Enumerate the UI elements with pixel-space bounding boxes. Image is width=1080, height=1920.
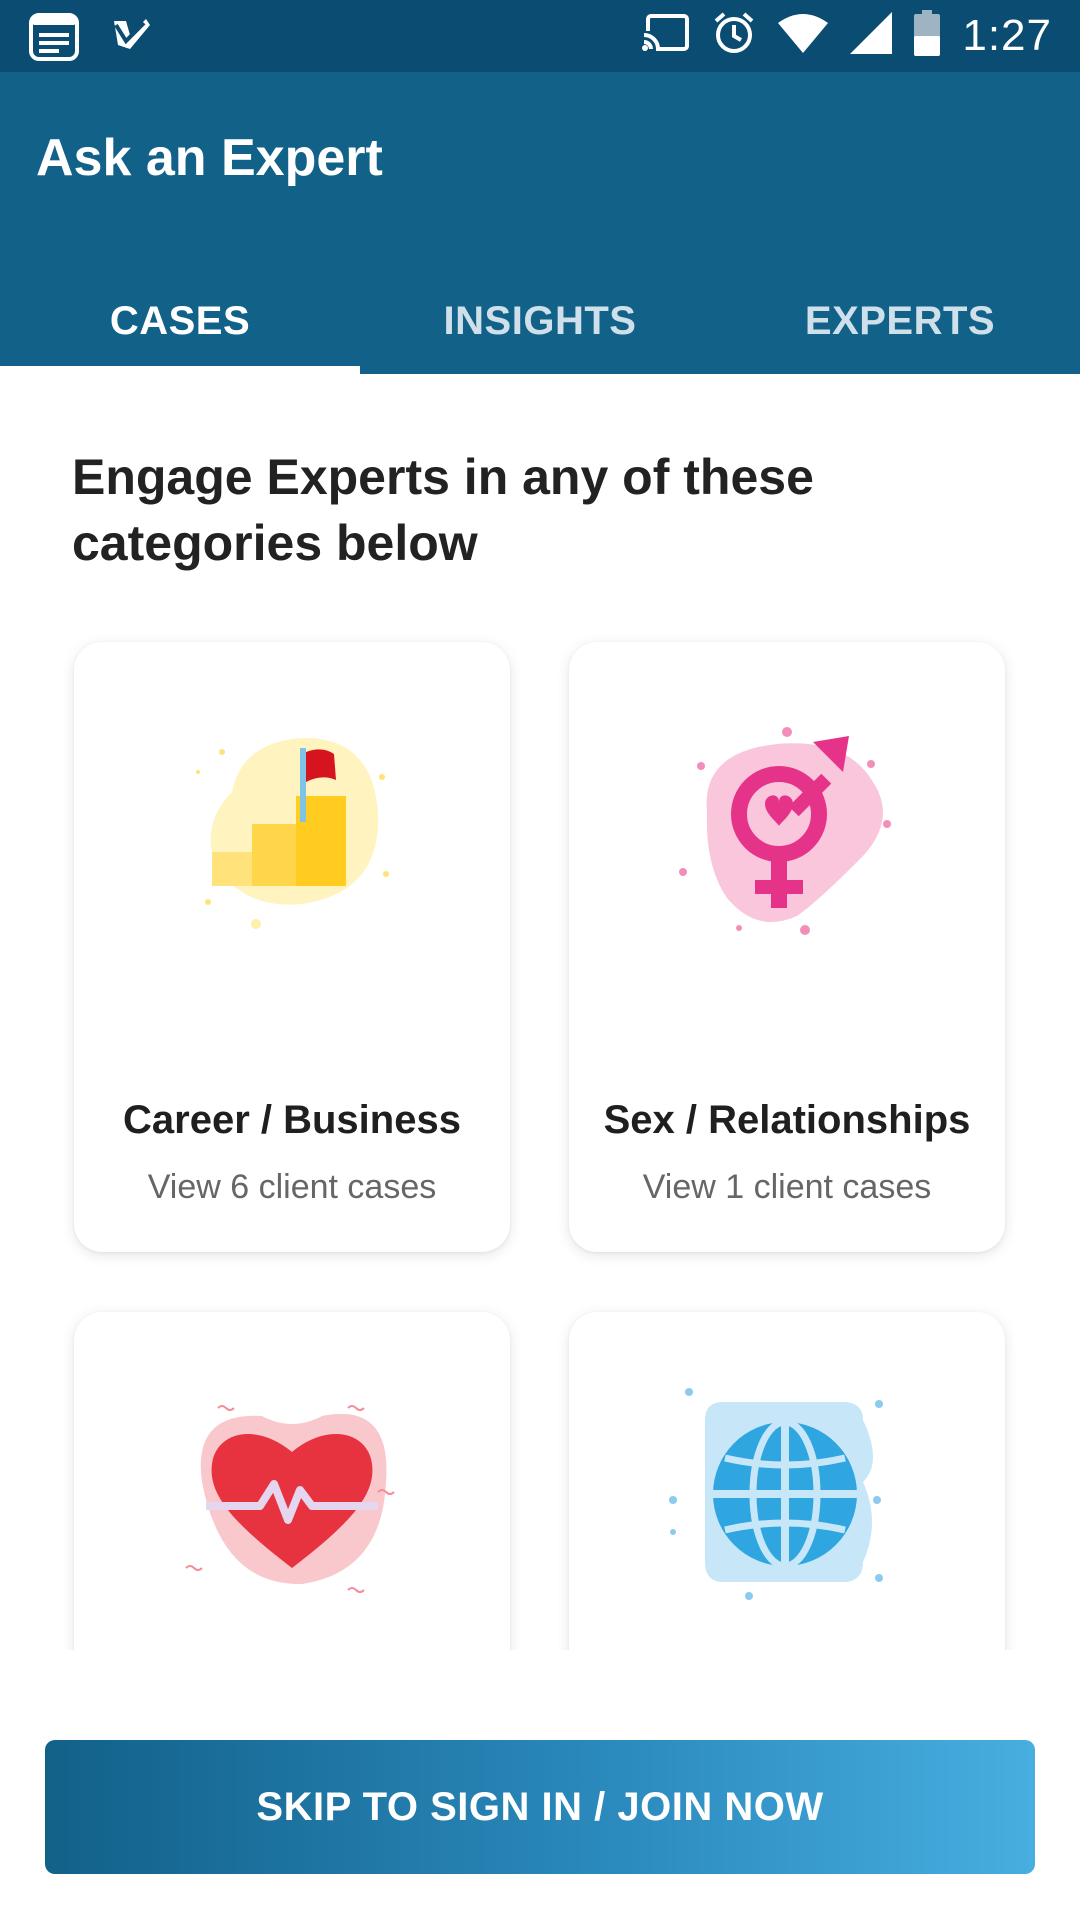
cast-icon	[642, 13, 690, 58]
page-title: Ask an Expert	[36, 129, 383, 187]
tab-label: INSIGHTS	[443, 298, 637, 343]
section-heading: Engage Experts in any of these categorie…	[72, 449, 814, 571]
tab-insights[interactable]: INSIGHTS	[360, 268, 720, 374]
skip-to-sign-in-button[interactable]: SKIP TO SIGN IN / JOIN NOW	[45, 1740, 1035, 1874]
status-bar: 1:27	[0, 0, 1080, 72]
battery-icon	[914, 10, 941, 61]
category-title: Sex / Relationships	[603, 1098, 971, 1142]
tab-cases[interactable]: CASES	[0, 268, 360, 374]
category-case-count: View 1 client cases	[642, 1168, 932, 1206]
career-stairs-flag-icon	[172, 702, 412, 942]
category-case-count: View 6 client cases	[147, 1168, 437, 1206]
category-card-sex-relationships[interactable]: Sex / Relationships View 1 client cases	[569, 642, 1005, 1252]
active-tab-indicator	[0, 366, 360, 374]
wifi-icon	[778, 13, 829, 58]
category-title: Career / Business	[123, 1098, 461, 1142]
globe-icon	[667, 1372, 907, 1612]
status-time: 1:27	[962, 10, 1052, 60]
category-card-career-business[interactable]: Career / Business View 6 client cases	[74, 642, 510, 1252]
tab-experts[interactable]: EXPERTS	[720, 268, 1080, 374]
signal-icon	[850, 12, 893, 59]
category-list[interactable]: Engage Experts in any of these categorie…	[0, 374, 1080, 1650]
tab-bar: CASES INSIGHTS EXPERTS	[0, 268, 1080, 374]
notes-app-icon	[28, 12, 80, 67]
app-bar: Ask an Expert CASES INSIGHTS EXPERTS	[0, 72, 1080, 374]
gender-symbol-icon	[667, 702, 907, 942]
category-card-global[interactable]	[569, 1312, 1005, 1650]
tab-label: EXPERTS	[804, 298, 996, 343]
category-card-health[interactable]	[74, 1312, 510, 1650]
bottom-action-area: SKIP TO SIGN IN / JOIN NOW	[0, 1650, 1080, 1920]
alarm-icon	[712, 11, 756, 60]
task-check-icon	[110, 15, 154, 64]
tab-label: CASES	[109, 298, 251, 343]
heart-pulse-icon	[172, 1372, 412, 1612]
